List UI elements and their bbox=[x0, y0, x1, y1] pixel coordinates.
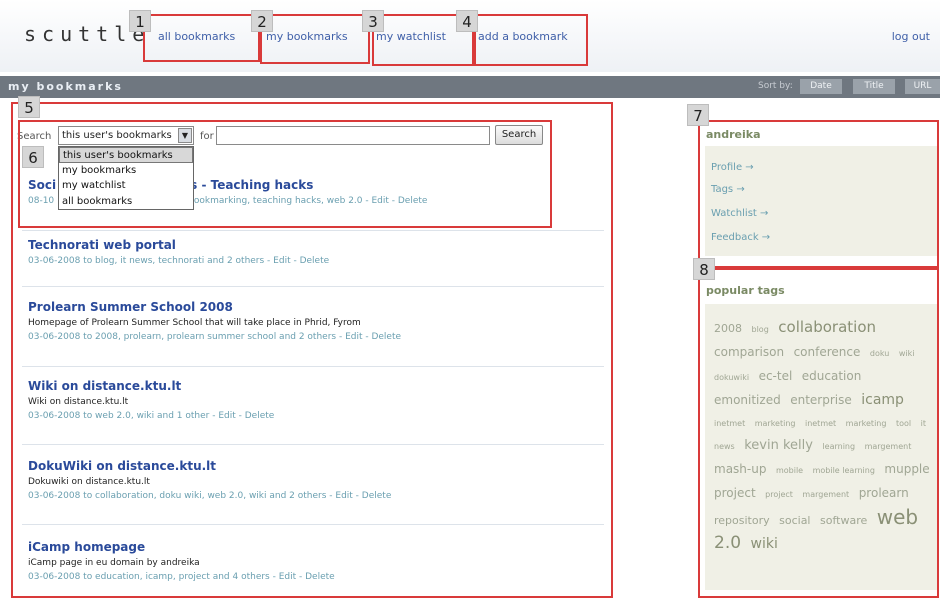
sort-date-button[interactable]: Date bbox=[800, 79, 842, 94]
annotation-number-2: 2 bbox=[251, 10, 273, 32]
page-title: my bookmarks bbox=[8, 80, 123, 93]
annotation-box-6 bbox=[18, 120, 552, 228]
annotation-box-4 bbox=[474, 14, 588, 66]
annotation-number-5: 5 bbox=[18, 96, 40, 118]
annotation-number-8: 8 bbox=[693, 258, 715, 280]
sort-label: Sort by: bbox=[758, 81, 793, 91]
title-bar: my bookmarks Sort by: Date Title URL bbox=[0, 76, 940, 98]
annotation-number-4: 4 bbox=[456, 10, 478, 32]
page: scuttle all bookmarks my bookmarks my wa… bbox=[0, 0, 940, 602]
annotation-box-2 bbox=[260, 14, 370, 64]
annotation-number-3: 3 bbox=[362, 10, 384, 32]
annotation-box-8 bbox=[698, 266, 939, 598]
annotation-number-1: 1 bbox=[129, 10, 151, 32]
logout-link[interactable]: log out bbox=[892, 30, 930, 43]
annotation-number-6: 6 bbox=[22, 146, 44, 168]
annotation-box-7 bbox=[698, 120, 939, 270]
annotation-box-1 bbox=[143, 14, 260, 62]
sort-url-button[interactable]: URL bbox=[905, 79, 940, 94]
annotation-number-7: 7 bbox=[687, 104, 709, 126]
sort-title-button[interactable]: Title bbox=[853, 79, 895, 94]
